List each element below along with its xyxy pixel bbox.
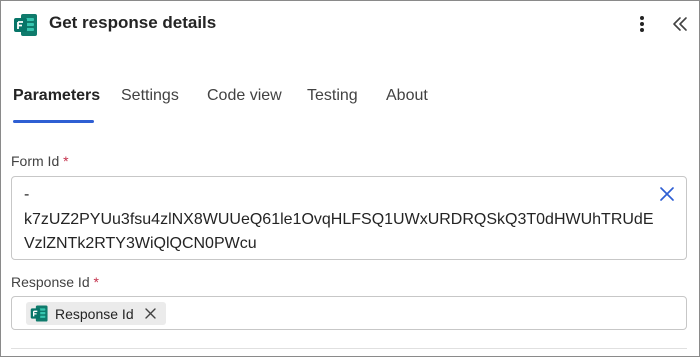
- double-chevron-left-icon: [673, 17, 687, 31]
- clear-form-id-button[interactable]: [656, 183, 678, 205]
- tab-parameters[interactable]: Parameters: [13, 87, 100, 105]
- token-label: Response Id: [55, 305, 134, 322]
- required-marker: *: [93, 274, 99, 290]
- action-details-panel: Get response details Parameters Settings…: [0, 0, 700, 357]
- close-icon: [660, 187, 674, 201]
- form-id-label-text: Form Id: [11, 153, 60, 169]
- remove-token-button[interactable]: [144, 307, 158, 321]
- tab-code-view[interactable]: Code view: [207, 87, 282, 105]
- microsoft-forms-icon: [30, 305, 48, 322]
- required-marker: *: [63, 153, 69, 169]
- close-icon: [145, 308, 156, 319]
- response-id-label: Response Id *: [11, 274, 99, 290]
- microsoft-forms-icon: [14, 14, 37, 36]
- active-tab-indicator: [13, 120, 94, 123]
- dynamic-content-token[interactable]: Response Id: [26, 302, 166, 325]
- divider: [11, 348, 687, 349]
- tab-bar: Parameters Settings Code view Testing Ab…: [1, 87, 699, 127]
- form-id-label: Form Id *: [11, 153, 69, 169]
- more-vertical-icon: [640, 16, 644, 32]
- panel-header: Get response details: [1, 1, 699, 47]
- form-id-value[interactable]: - k7zUZ2PYUu3fsu4zlNX8WUUeQ61le1OvqHLFSQ…: [24, 183, 658, 257]
- more-options-button[interactable]: [633, 12, 651, 36]
- collapse-panel-button[interactable]: [669, 12, 691, 36]
- form-id-field[interactable]: - k7zUZ2PYUu3fsu4zlNX8WUUeQ61le1OvqHLFSQ…: [11, 176, 687, 260]
- tab-testing[interactable]: Testing: [307, 87, 358, 105]
- response-id-field[interactable]: Response Id: [11, 296, 687, 330]
- page-title: Get response details: [49, 13, 217, 32]
- response-id-label-text: Response Id: [11, 274, 90, 290]
- tab-about[interactable]: About: [386, 87, 428, 105]
- tab-settings[interactable]: Settings: [121, 87, 179, 105]
